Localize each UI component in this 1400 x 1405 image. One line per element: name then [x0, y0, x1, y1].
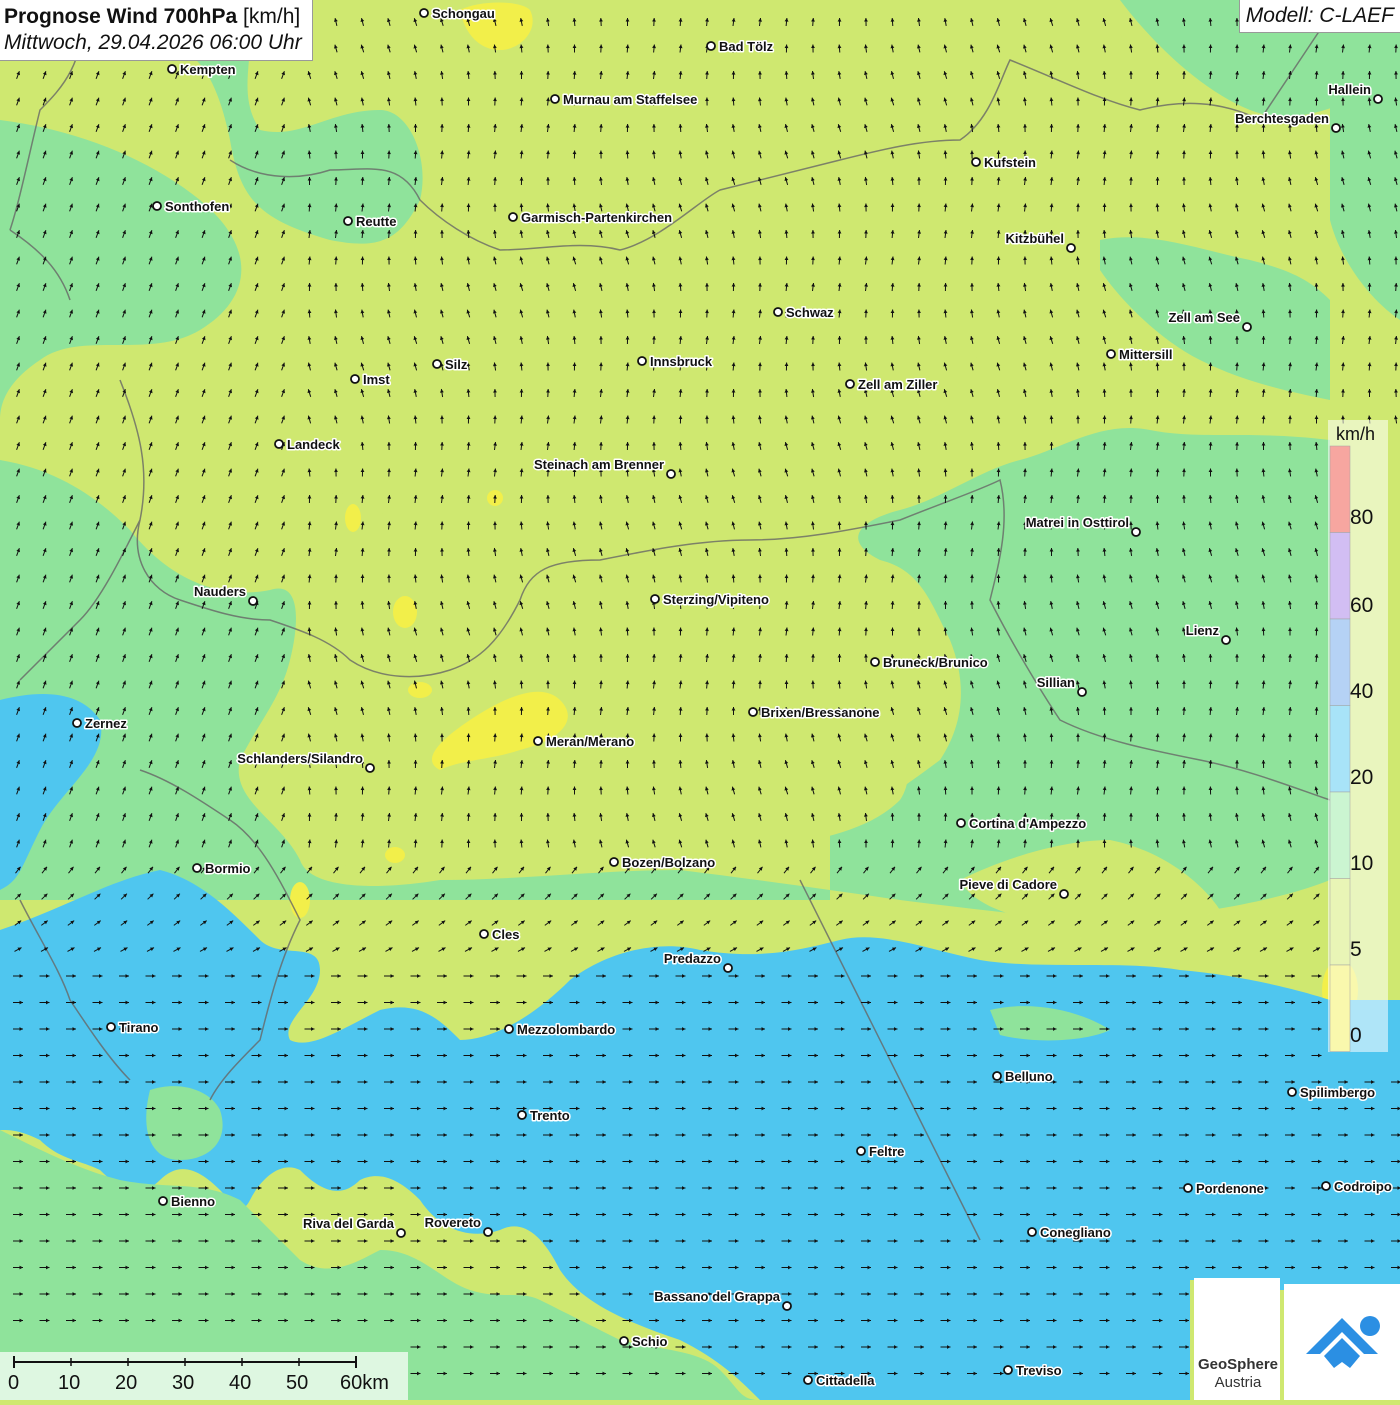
wind-map: SchongauBad TölzKemptenMurnau am Staffel… [0, 0, 1400, 1400]
